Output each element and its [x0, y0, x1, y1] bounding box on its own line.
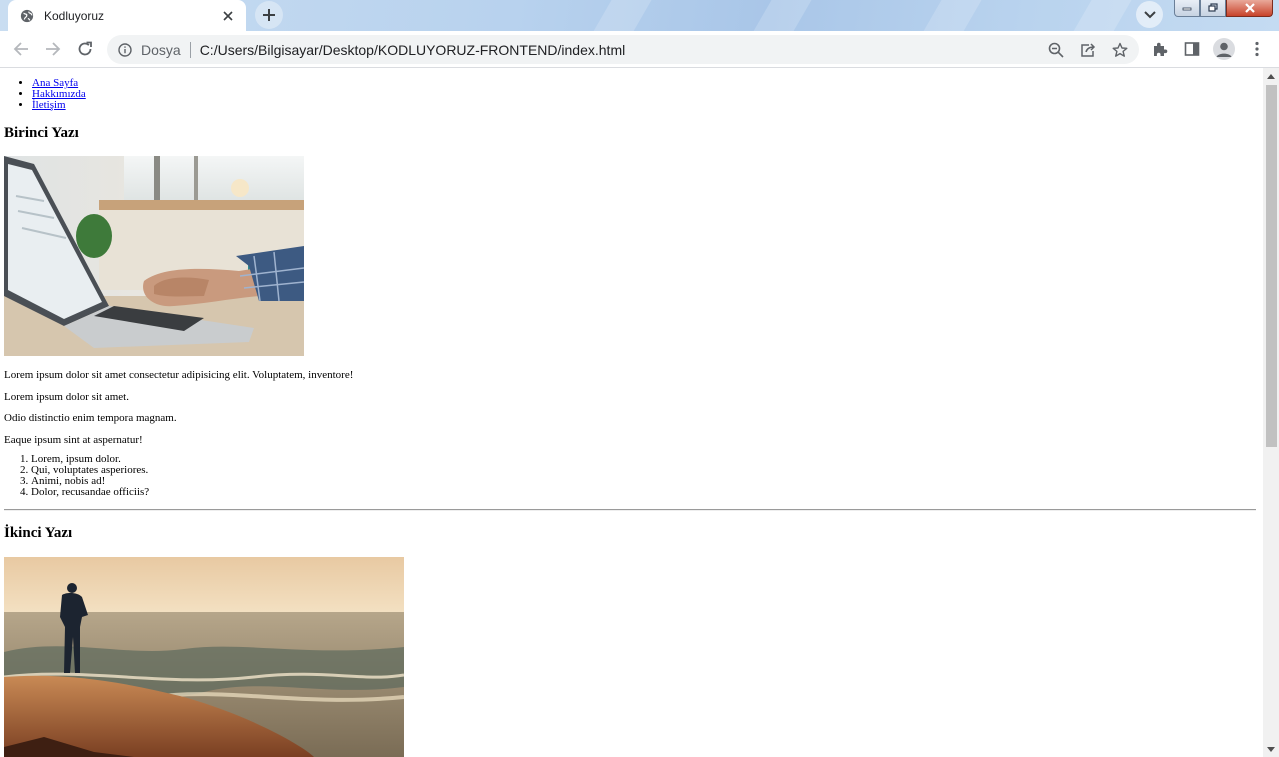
chevron-down-icon: [1143, 10, 1156, 18]
side-panel-icon: [1184, 42, 1200, 56]
reload-button[interactable]: [73, 37, 97, 61]
browser-tab-strip: Kodluyoruz: [0, 0, 1279, 31]
tab-title: Kodluyoruz: [44, 8, 105, 23]
scrollbar-thumb[interactable]: [1266, 85, 1277, 447]
back-button[interactable]: [9, 37, 33, 61]
titlebar-decoration: [912, 0, 988, 31]
list-item: Dolor, recusandae officiis?: [31, 487, 149, 498]
share-button[interactable]: [1076, 38, 1100, 62]
person-icon: [1213, 38, 1235, 60]
magnifier-minus-icon: [1048, 42, 1064, 58]
globe-icon: [20, 9, 34, 22]
nav-link-contact[interactable]: İletişim: [32, 99, 66, 111]
side-panel-button[interactable]: [1180, 37, 1204, 61]
scroll-down-arrow[interactable]: [1263, 741, 1279, 757]
address-bar[interactable]: Dosya C:/Users/Bilgisayar/Desktop/KODLUY…: [107, 35, 1139, 64]
menu-button[interactable]: [1245, 37, 1269, 61]
profile-button[interactable]: [1212, 37, 1236, 61]
seaside-photo: [4, 557, 404, 757]
laptop-photo: [4, 156, 304, 356]
site-nav: Ana Sayfa Hakkımızda İletişim: [32, 78, 86, 111]
post-title: İkinci Yazı: [4, 525, 73, 541]
horizontal-rule: [4, 509, 1256, 511]
omnibox-divider: [189, 41, 191, 58]
scheme-label: Dosya: [141, 41, 181, 58]
post-paragraph: Odio distinctio enim tempora magnam.: [4, 412, 177, 424]
star-icon: [1112, 42, 1128, 57]
page-scrollbar[interactable]: [1263, 68, 1279, 757]
forward-button[interactable]: [41, 37, 65, 61]
minimize-button[interactable]: [1174, 0, 1200, 17]
post-paragraph: Lorem ipsum dolor sit amet.: [4, 391, 129, 403]
titlebar-decoration: [1062, 0, 1138, 31]
tab-search-button[interactable]: [1136, 1, 1163, 28]
new-tab-button[interactable]: [255, 1, 283, 29]
browser-tab[interactable]: Kodluyoruz: [8, 0, 246, 31]
plus-icon: [263, 9, 275, 21]
arrow-left-icon: [13, 42, 28, 56]
ordered-list: Lorem, ipsum dolor. Qui, voluptates aspe…: [31, 454, 149, 498]
titlebar-decoration: [582, 0, 658, 31]
post-paragraph: Lorem ipsum dolor sit amet consectetur a…: [4, 369, 354, 381]
arrow-right-icon: [46, 42, 61, 56]
browser-toolbar: Dosya C:/Users/Bilgisayar/Desktop/KODLUY…: [0, 31, 1279, 68]
close-window-button[interactable]: [1226, 0, 1273, 17]
page-viewport: Ana Sayfa Hakkımızda İletişim Birinci Ya…: [0, 68, 1263, 757]
nav-item-contact: İletişim: [32, 100, 86, 111]
post-paragraph: Eaque ipsum sint at aspernatur!: [4, 434, 143, 446]
bookmark-button[interactable]: [1108, 38, 1132, 62]
share-icon: [1081, 43, 1096, 57]
restore-button[interactable]: [1200, 0, 1226, 17]
scroll-up-arrow[interactable]: [1263, 68, 1279, 84]
reload-icon: [78, 41, 92, 56]
url-text[interactable]: C:/Users/Bilgisayar/Desktop/KODLUYORUZ-F…: [200, 42, 1139, 58]
close-icon[interactable]: [220, 8, 236, 24]
post-title: Birinci Yazı: [4, 125, 79, 141]
zoom-button[interactable]: [1044, 38, 1068, 62]
extensions-button[interactable]: [1148, 37, 1172, 61]
puzzle-icon: [1154, 42, 1168, 56]
titlebar-decoration: [742, 0, 818, 31]
window-controls: [1174, 0, 1273, 17]
info-icon[interactable]: [118, 42, 132, 57]
kebab-menu-icon: [1255, 41, 1259, 57]
